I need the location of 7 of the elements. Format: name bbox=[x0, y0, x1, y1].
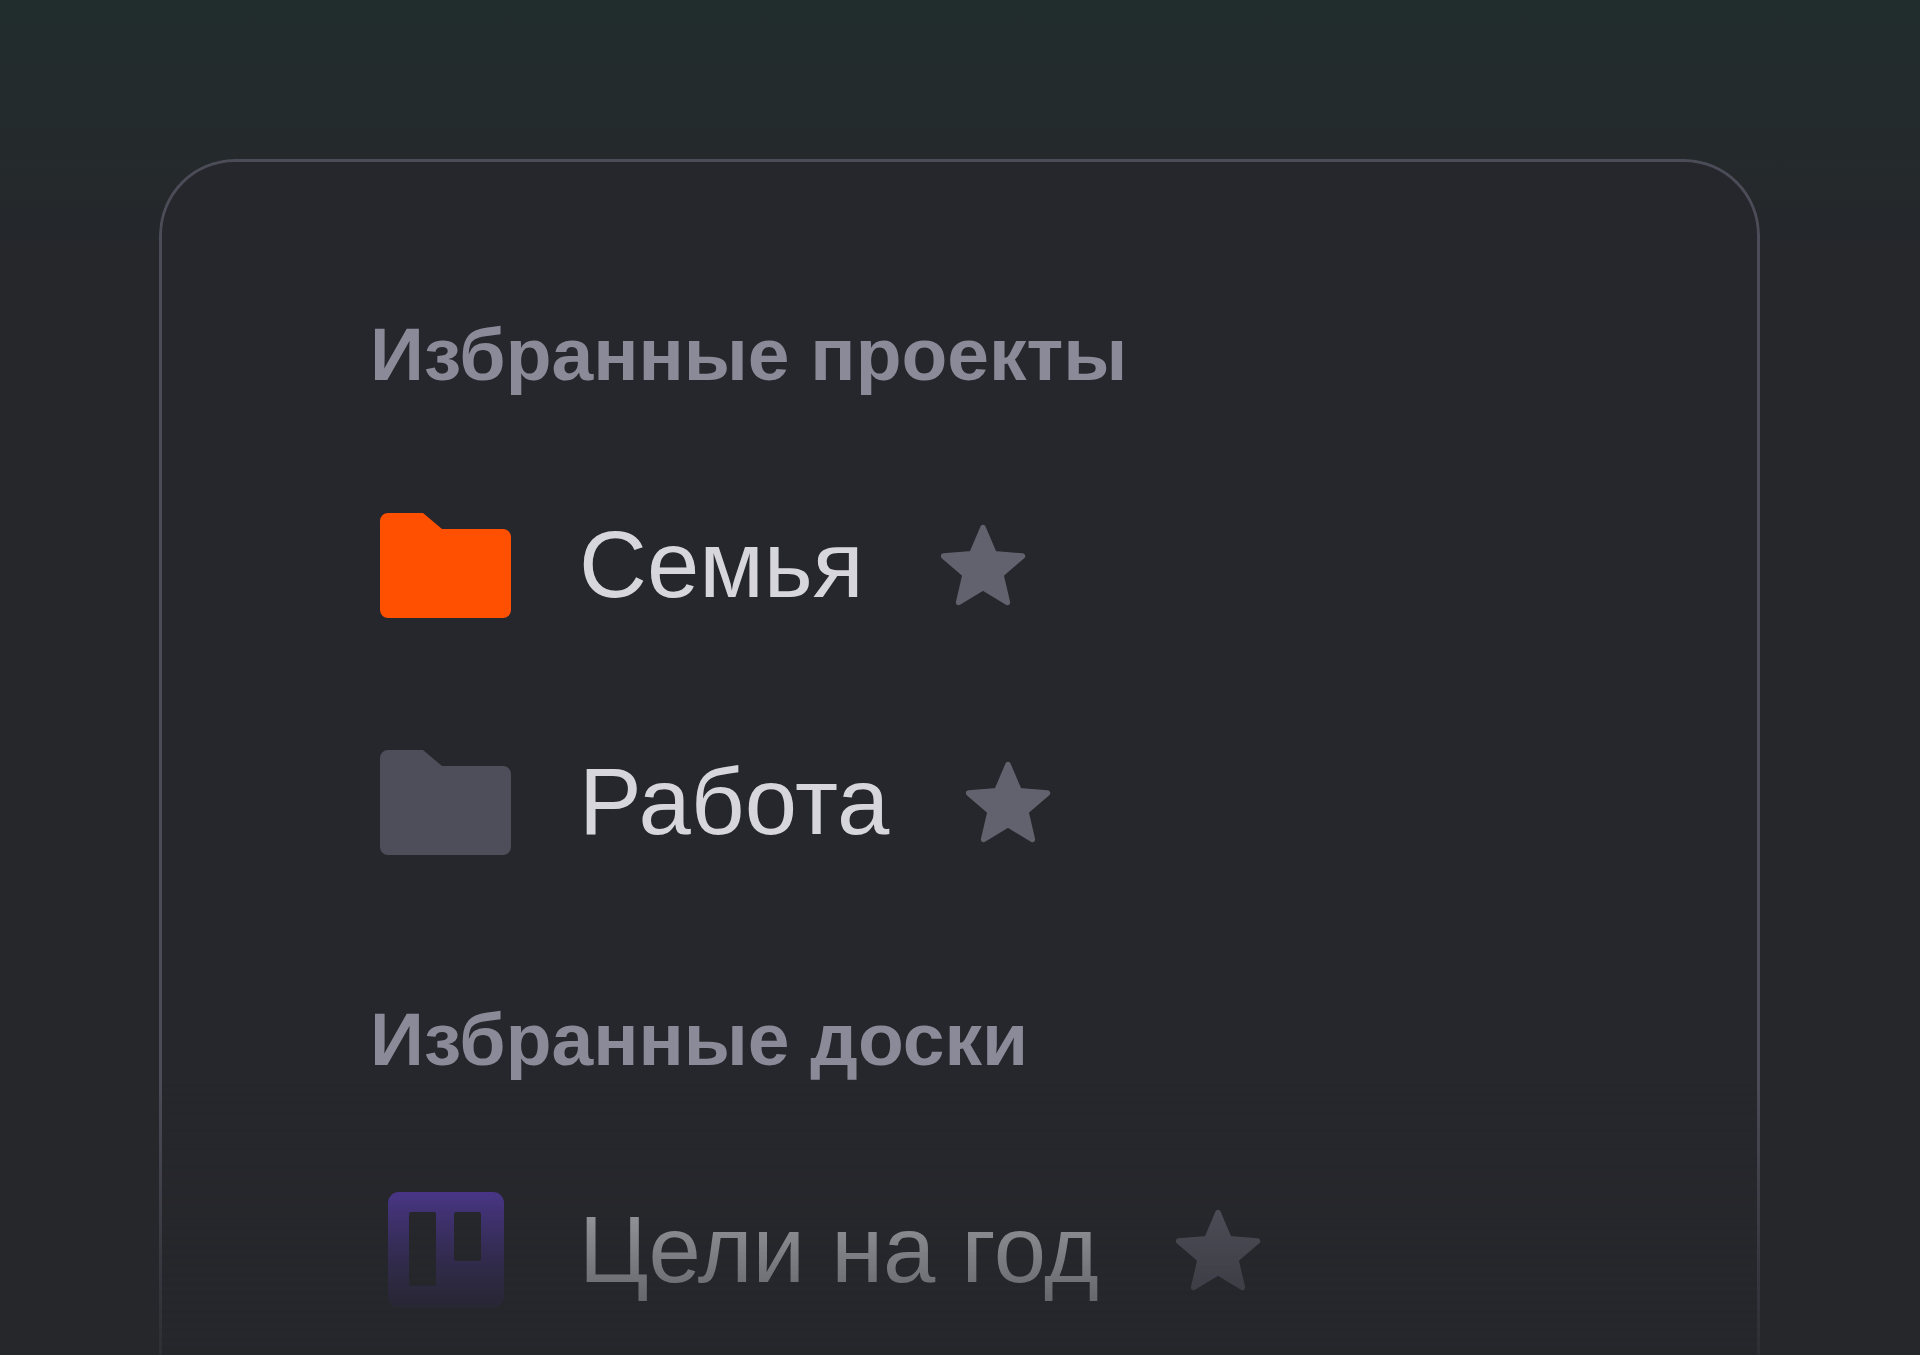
board-link[interactable]: Цели на год bbox=[579, 1198, 1099, 1302]
project-link[interactable]: Семья bbox=[579, 513, 864, 617]
star-icon[interactable] bbox=[1174, 1209, 1261, 1291]
board-icon bbox=[387, 1192, 504, 1308]
star-icon[interactable] bbox=[939, 524, 1026, 606]
project-link[interactable]: Работа bbox=[579, 750, 890, 854]
star-icon[interactable] bbox=[965, 761, 1052, 843]
